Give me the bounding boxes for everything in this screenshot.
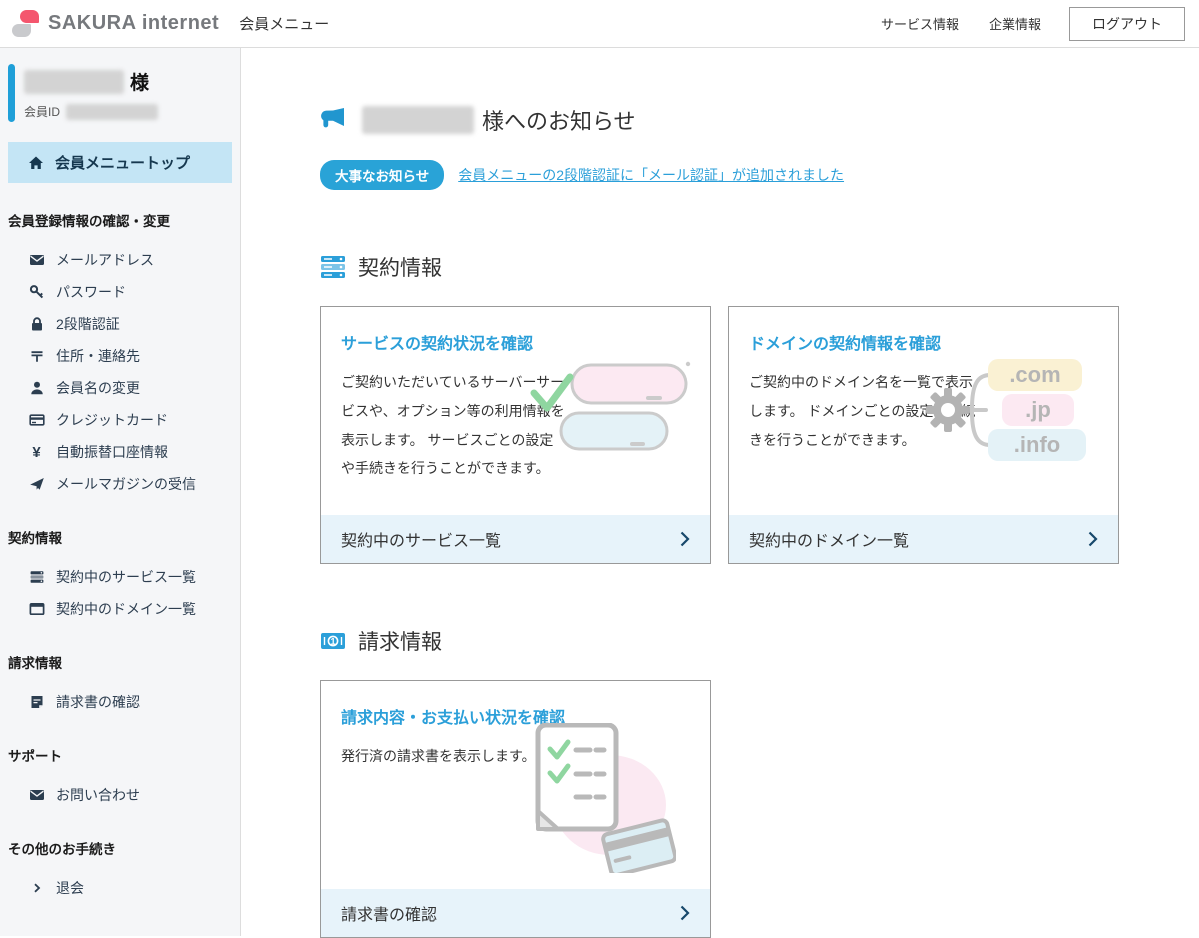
header-nav: サービス情報 企業情報 <box>881 14 1041 33</box>
sidebar-item-bank-transfer[interactable]: ¥ 自動振替口座情報 <box>28 436 232 468</box>
chevron-right-icon <box>28 880 45 897</box>
sidebar-item-credit-card[interactable]: クレジットカード <box>28 404 232 436</box>
server-stack-icon <box>320 255 346 279</box>
sidebar-item-member-menu-top[interactable]: 会員メニュートップ <box>8 142 232 183</box>
sidebar-item-label: 住所・連絡先 <box>56 346 140 366</box>
app-header: SAKURA internet 会員メニュー サービス情報 企業情報 ログアウト <box>0 0 1199 48</box>
section-title: 請求情報 <box>358 626 442 656</box>
sidebar-section-title: その他のお手続き <box>8 838 232 858</box>
footer-label: 請求書の確認 <box>341 901 437 925</box>
sidebar-item-domain-list[interactable]: 契約中のドメイン一覧 <box>28 593 232 625</box>
domain-contract-card: ドメインの契約情報を確認 ご契約中のドメイン名を一覧で表示します。 ドメインごと… <box>728 306 1119 564</box>
sidebar: 様 会員ID 会員メニュートップ 会員登録情報の確認・変更 メールアドレス <box>0 48 241 936</box>
section-title: 契約情報 <box>358 252 442 282</box>
notice-row: 大事なお知らせ 会員メニューの2段階認証に「メール認証」が追加されました <box>320 160 1119 190</box>
sidebar-item-service-list[interactable]: 契約中のサービス一覧 <box>28 561 232 593</box>
home-icon <box>27 154 44 171</box>
banknote-icon: 1 <box>320 629 346 653</box>
redacted-user-name <box>362 106 474 134</box>
redacted-member-id <box>66 104 158 120</box>
sidebar-item-label: メールアドレス <box>56 250 154 270</box>
sidebar-section-title: サポート <box>8 745 232 765</box>
sidebar-item-label: 請求書の確認 <box>56 692 140 712</box>
main-content: 様へのお知らせ 大事なお知らせ 会員メニューの2段階認証に「メール認証」が追加さ… <box>241 48 1199 936</box>
sidebar-item-email[interactable]: メールアドレス <box>28 244 232 276</box>
mail-icon <box>28 252 45 269</box>
paper-plane-icon <box>28 476 45 493</box>
card-title: サービスの契約状況を確認 <box>341 330 690 354</box>
card-body: ご契約いただいているサーバーサービスや、オプション等の利用情報を表示します。 サ… <box>341 368 566 483</box>
card-body: 発行済の請求書を表示します。 <box>341 742 690 771</box>
lock-icon <box>28 316 45 333</box>
card-title: 請求内容・お支払い状況を確認 <box>341 704 690 728</box>
sidebar-item-contact[interactable]: お問い合わせ <box>28 779 232 811</box>
invoice-icon <box>28 694 45 711</box>
service-list-link[interactable]: 契約中のサービス一覧 <box>321 515 710 563</box>
sidebar-item-label: クレジットカード <box>56 410 168 430</box>
notice-link[interactable]: 会員メニューの2段階認証に「メール認証」が追加されました <box>458 165 844 185</box>
user-block: 様 会員ID <box>0 48 240 120</box>
member-id-label: 会員ID <box>24 103 60 120</box>
sidebar-section-title: 請求情報 <box>8 652 232 672</box>
sidebar-item-label: 2段階認証 <box>56 314 120 334</box>
browser-window-icon <box>28 601 45 618</box>
sidebar-item-two-factor[interactable]: 2段階認証 <box>28 308 232 340</box>
sidebar-item-label: 自動振替口座情報 <box>56 442 168 462</box>
credit-card-icon <box>28 412 45 429</box>
brand-name: SAKURA internet <box>48 12 219 35</box>
footer-label: 契約中のサービス一覧 <box>341 527 501 551</box>
sakura-logo-icon <box>12 10 39 37</box>
billing-card: 請求内容・お支払い状況を確認 発行済の請求書を表示します。 <box>320 680 711 938</box>
sidebar-item-mail-magazine[interactable]: メールマガジンの受信 <box>28 468 232 500</box>
contract-section-heading: 契約情報 <box>320 252 1119 282</box>
user-accent-bar <box>8 64 15 122</box>
yen-icon: ¥ <box>28 444 45 461</box>
nav-company-info-link[interactable]: 企業情報 <box>989 14 1041 33</box>
sidebar-item-label: 退会 <box>56 878 84 898</box>
billing-section-heading: 1 請求情報 <box>320 626 1119 656</box>
service-contract-card: サービスの契約状況を確認 ご契約いただいているサーバーサービスや、オプション等の… <box>320 306 711 564</box>
announcement-title: 様へのお知らせ <box>482 104 636 136</box>
important-notice-badge: 大事なお知らせ <box>320 160 444 190</box>
sidebar-item-label: 契約中のサービス一覧 <box>56 567 196 587</box>
sidebar-item-address[interactable]: 住所・連絡先 <box>28 340 232 372</box>
megaphone-icon <box>320 107 348 133</box>
svg-text:1: 1 <box>330 636 335 646</box>
sidebar-section-title: 会員登録情報の確認・変更 <box>8 210 232 230</box>
logout-button[interactable]: ログアウト <box>1069 7 1185 41</box>
domain-list-link[interactable]: 契約中のドメイン一覧 <box>729 515 1118 563</box>
postal-mark-icon <box>28 348 45 365</box>
sidebar-item-withdraw[interactable]: 退会 <box>28 872 232 904</box>
card-body: ご契約中のドメイン名を一覧で表示します。 ドメインごとの設定や手続きを行うことが… <box>749 368 984 454</box>
card-title: ドメインの契約情報を確認 <box>749 330 1098 354</box>
redacted-user-name <box>24 70 124 94</box>
sidebar-item-member-name[interactable]: 会員名の変更 <box>28 372 232 404</box>
invoice-check-link[interactable]: 請求書の確認 <box>321 889 710 937</box>
key-icon <box>28 284 45 301</box>
sidebar-item-label: 会員名の変更 <box>56 378 140 398</box>
sidebar-item-label: メールマガジンの受信 <box>56 474 196 494</box>
sidebar-section-title: 契約情報 <box>8 527 232 547</box>
sidebar-item-label: お問い合わせ <box>56 785 140 805</box>
announcement-heading: 様へのお知らせ <box>320 104 1119 136</box>
chevron-right-icon <box>1088 531 1098 547</box>
footer-label: 契約中のドメイン一覧 <box>749 527 909 551</box>
sidebar-item-password[interactable]: パスワード <box>28 276 232 308</box>
sidebar-item-invoice-check[interactable]: 請求書の確認 <box>28 686 232 718</box>
page-label: 会員メニュー <box>239 13 329 34</box>
nav-service-info-link[interactable]: サービス情報 <box>881 14 959 33</box>
server-stack-icon <box>28 569 45 586</box>
user-icon <box>28 380 45 397</box>
chevron-right-icon <box>680 905 690 921</box>
sidebar-item-label: 契約中のドメイン一覧 <box>56 599 196 619</box>
sidebar-item-label: 会員メニュートップ <box>55 152 190 173</box>
sidebar-item-label: パスワード <box>56 282 126 302</box>
chevron-right-icon <box>680 531 690 547</box>
mail-icon <box>28 787 45 804</box>
user-name-suffix: 様 <box>130 68 149 95</box>
